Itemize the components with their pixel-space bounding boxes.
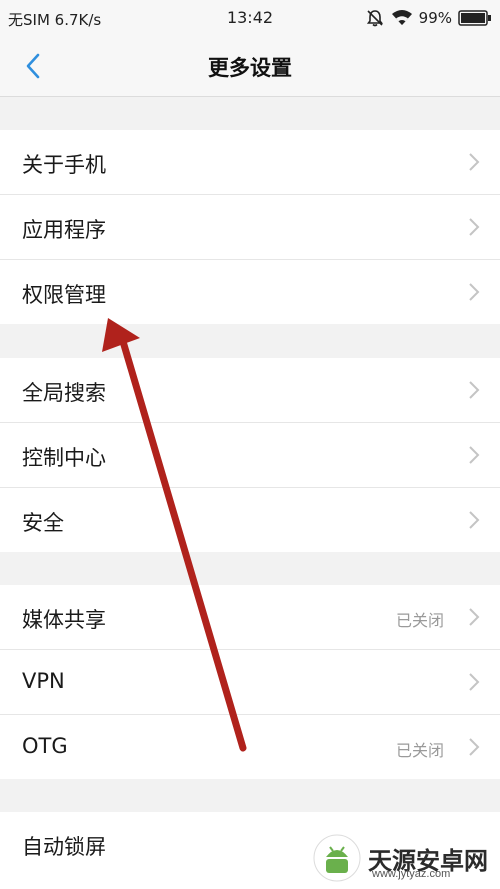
chevron-right-icon	[469, 673, 480, 691]
chevron-right-icon	[469, 738, 480, 756]
settings-item-label: OTG	[22, 734, 68, 758]
status-icons: 99%	[365, 8, 492, 28]
settings-item-label: 权限管理	[22, 283, 106, 307]
chevron-right-icon	[469, 446, 480, 464]
status-value: 已关闭	[395, 611, 444, 630]
mute-bell-icon	[366, 10, 383, 27]
settings-item-label: VPN	[22, 669, 65, 693]
chevron-right-icon	[469, 511, 480, 529]
settings-group-system: 全局搜索 控制中心 安全	[0, 358, 500, 552]
settings-item-label: 自动锁屏	[22, 835, 106, 859]
settings-item-otg[interactable]: OTG 已关闭	[0, 715, 500, 779]
settings-group-connectivity: 媒体共享 已关闭 VPN OTG 已关闭	[0, 585, 500, 779]
chevron-right-icon	[469, 608, 480, 626]
page-title: 更多设置	[208, 56, 292, 80]
watermark-url: www.jytyaz.com	[372, 868, 451, 880]
settings-group-device: 关于手机 应用程序 权限管理	[0, 130, 500, 324]
settings-item-vpn[interactable]: VPN	[0, 650, 500, 715]
status-bar: 无SIM 6.7K/s 13:42 99%	[0, 0, 500, 36]
settings-item-label: 安全	[22, 511, 64, 535]
settings-item-label: 全局搜索	[22, 381, 106, 405]
settings-item-label: 媒体共享	[22, 608, 106, 632]
settings-item-permissions[interactable]: 权限管理	[0, 260, 500, 324]
chevron-right-icon	[469, 153, 480, 171]
settings-item-media-sharing[interactable]: 媒体共享 已关闭	[0, 585, 500, 650]
settings-item-security[interactable]: 安全	[0, 488, 500, 552]
settings-item-label: 应用程序	[22, 218, 106, 242]
battery-percent: 99%	[418, 9, 452, 27]
settings-item-label: 控制中心	[22, 446, 106, 470]
settings-item-global-search[interactable]: 全局搜索	[0, 358, 500, 423]
site-watermark: 天源安卓网 www.jytyaz.com	[312, 830, 498, 886]
status-value: 已关闭	[395, 741, 444, 760]
settings-item-about-phone[interactable]: 关于手机	[0, 130, 500, 195]
settings-item-apps[interactable]: 应用程序	[0, 195, 500, 260]
settings-item-label: 关于手机	[22, 153, 106, 177]
chevron-right-icon	[469, 283, 480, 301]
battery-icon	[458, 10, 491, 26]
navigation-bar: 更多设置	[0, 36, 500, 97]
chevron-right-icon	[469, 218, 480, 236]
chevron-right-icon	[469, 381, 480, 399]
settings-item-control-center[interactable]: 控制中心	[0, 423, 500, 488]
wifi-icon	[391, 10, 412, 25]
android-logo-icon	[313, 834, 361, 882]
